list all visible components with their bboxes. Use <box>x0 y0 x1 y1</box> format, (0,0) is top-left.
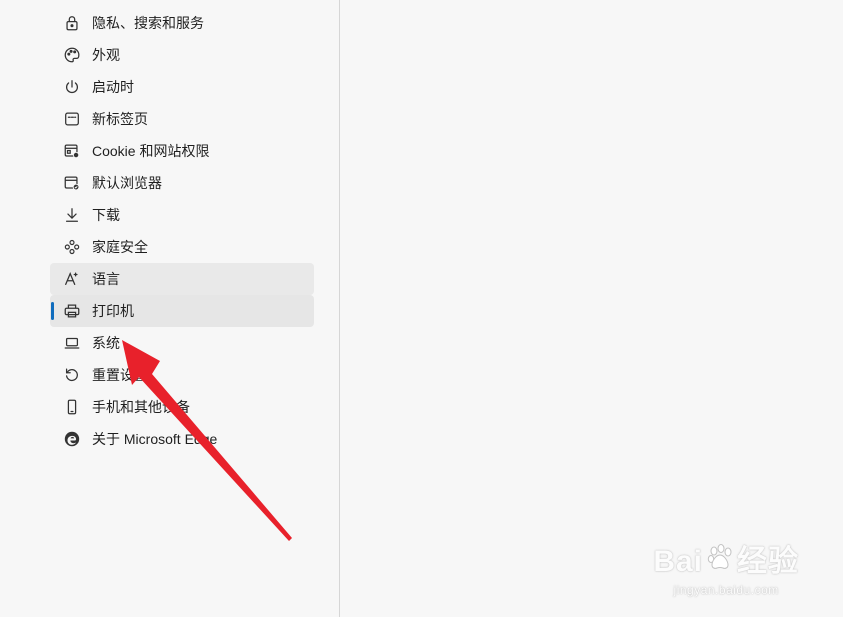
sidebar-item-printers[interactable]: 打印机 <box>50 295 314 327</box>
language-icon <box>62 269 82 289</box>
settings-nav: 隐私、搜索和服务 外观 启动时 新标签页 Cookie 和网站权限 默认浏览器 … <box>50 7 314 455</box>
sidebar-item-appearance[interactable]: 外观 <box>50 39 314 71</box>
new-tab-icon <box>62 109 82 129</box>
edge-logo-icon <box>62 429 82 449</box>
sidebar-item-label: 系统 <box>92 335 120 351</box>
sidebar-item-phone-devices[interactable]: 手机和其他设备 <box>50 391 314 423</box>
paw-icon <box>705 543 735 581</box>
sidebar-item-label: Cookie 和网站权限 <box>92 143 210 159</box>
sidebar-item-label: 重置设置 <box>92 367 148 383</box>
settings-content-pane <box>340 0 843 617</box>
phone-icon <box>62 397 82 417</box>
watermark-logo: Bai 经验 <box>653 543 799 581</box>
download-icon <box>62 205 82 225</box>
sidebar-item-label: 默认浏览器 <box>92 175 162 191</box>
sidebar-item-new-tab[interactable]: 新标签页 <box>50 103 314 135</box>
sidebar-item-startup[interactable]: 启动时 <box>50 71 314 103</box>
sidebar-item-label: 打印机 <box>92 303 134 319</box>
sidebar-item-label: 启动时 <box>92 79 134 95</box>
sidebar-item-cookies[interactable]: Cookie 和网站权限 <box>50 135 314 167</box>
palette-icon <box>62 45 82 65</box>
sidebar-item-downloads[interactable]: 下载 <box>50 199 314 231</box>
sidebar-item-default-browser[interactable]: 默认浏览器 <box>50 167 314 199</box>
sidebar-item-label: 新标签页 <box>92 111 148 127</box>
site-permissions-icon <box>62 141 82 161</box>
selected-indicator <box>51 302 54 320</box>
sidebar-item-label: 语言 <box>92 271 120 287</box>
sidebar-item-label: 家庭安全 <box>92 239 148 255</box>
default-browser-icon <box>62 173 82 193</box>
baidu-jingyan-watermark: Bai 经验 jingyan.baidu.com <box>653 543 799 597</box>
settings-sidebar: 隐私、搜索和服务 外观 启动时 新标签页 Cookie 和网站权限 默认浏览器 … <box>0 0 339 617</box>
laptop-icon <box>62 333 82 353</box>
sidebar-item-label: 关于 Microsoft Edge <box>92 431 218 447</box>
sidebar-item-languages[interactable]: 语言 <box>50 263 314 295</box>
sidebar-item-label: 手机和其他设备 <box>92 399 190 415</box>
sidebar-item-label: 隐私、搜索和服务 <box>92 15 204 31</box>
sidebar-item-label: 下载 <box>92 207 120 223</box>
sidebar-item-about[interactable]: 关于 Microsoft Edge <box>50 423 314 455</box>
sidebar-item-reset[interactable]: 重置设置 <box>50 359 314 391</box>
sidebar-item-privacy[interactable]: 隐私、搜索和服务 <box>50 7 314 39</box>
sidebar-item-family-safety[interactable]: 家庭安全 <box>50 231 314 263</box>
watermark-url: jingyan.baidu.com <box>673 583 779 597</box>
reset-icon <box>62 365 82 385</box>
lock-icon <box>62 13 82 33</box>
family-icon <box>62 237 82 257</box>
power-icon <box>62 77 82 97</box>
sidebar-item-system[interactable]: 系统 <box>50 327 314 359</box>
sidebar-item-label: 外观 <box>92 47 120 63</box>
printer-icon <box>62 301 82 321</box>
